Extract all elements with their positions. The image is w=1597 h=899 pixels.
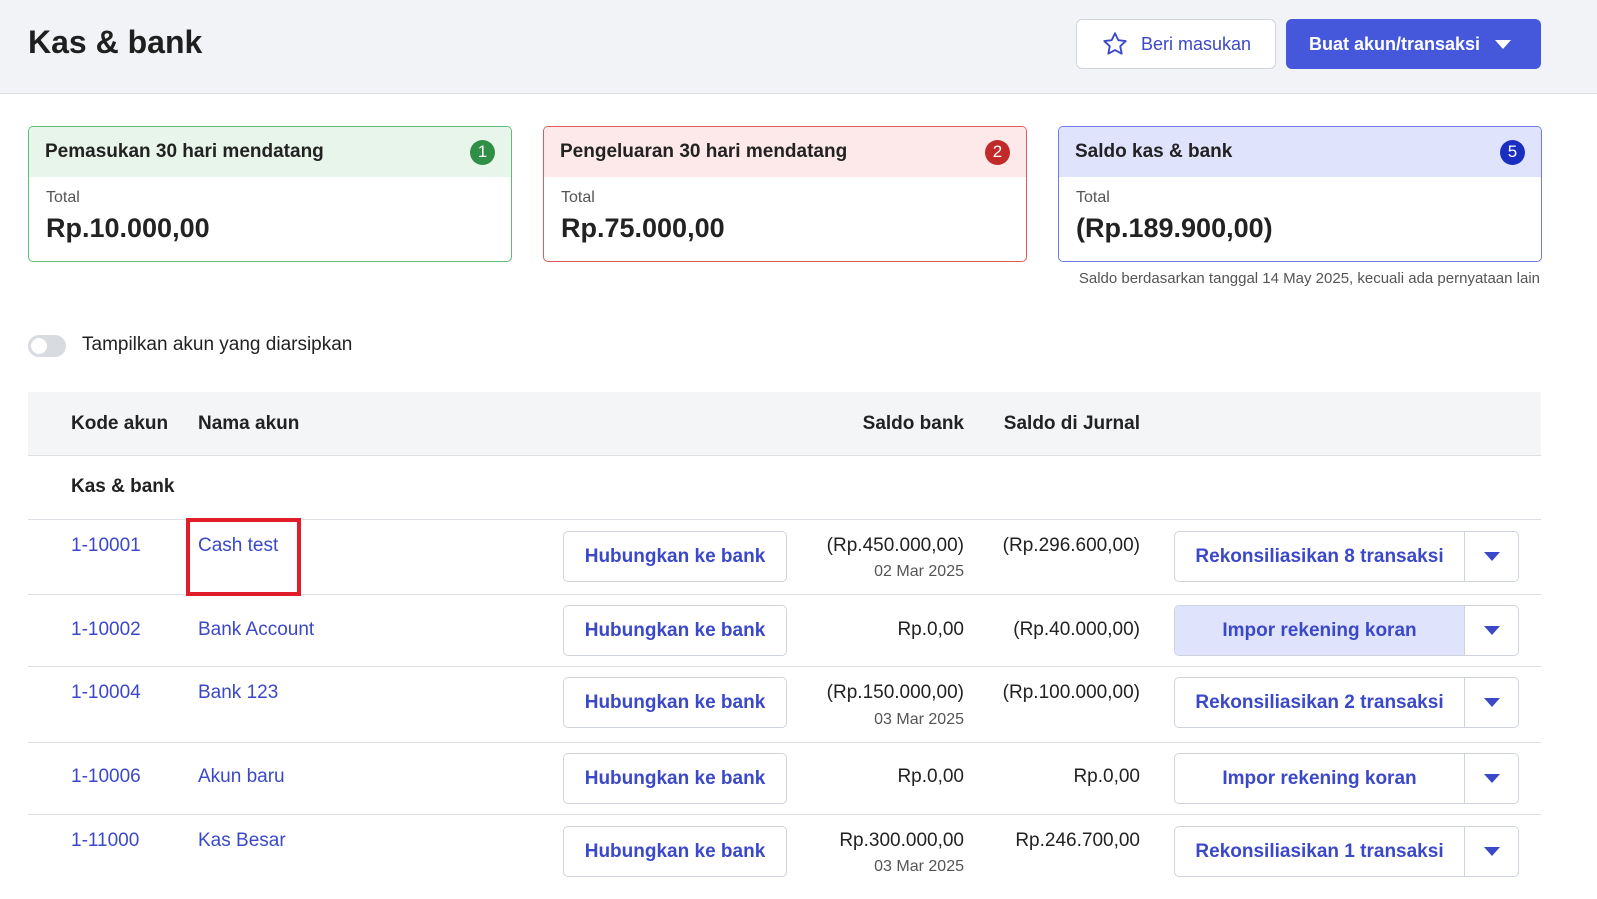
bank-balance: Rp.300.000,00 <box>839 830 964 851</box>
header-account-code: Kode akun <box>71 413 169 434</box>
card-total-value: Rp.75.000,00 <box>561 213 725 243</box>
account-code-link[interactable]: 1-10001 <box>71 535 141 557</box>
journal-balance: Rp.246.700,00 <box>1015 830 1140 851</box>
caret-down-icon <box>1495 40 1511 49</box>
connect-bank-button[interactable]: Hubungkan ke bank <box>563 531 787 582</box>
caret-down-icon <box>1483 774 1500 783</box>
incoming-30-days-card: Pemasukan 30 hari mendatang 1 Total Rp.1… <box>28 126 512 262</box>
bank-balance: Rp.0,00 <box>897 766 964 787</box>
account-code-link[interactable]: 1-10006 <box>71 766 141 788</box>
bank-balance-date: 03 Mar 2025 <box>874 711 964 728</box>
header-journal-balance: Saldo di Jurnal <box>1003 413 1140 434</box>
create-account-transaction-button[interactable]: Buat akun/transaksi <box>1286 19 1541 69</box>
create-button-label: Buat akun/transaksi <box>1309 33 1481 54</box>
row-action-dropdown[interactable] <box>1465 678 1518 727</box>
count-badge: 2 <box>985 139 1010 165</box>
table-header: Kode akun Nama akun Saldo bank Saldo di … <box>28 392 1541 456</box>
count-badge: 5 <box>1500 139 1525 165</box>
row-action-split-button: Impor rekening koran <box>1174 605 1519 656</box>
connect-bank-button[interactable]: Hubungkan ke bank <box>563 753 787 804</box>
group-row: Kas & bank <box>28 456 1541 520</box>
bank-balance-date: 02 Mar 2025 <box>874 563 964 580</box>
account-code-link[interactable]: 1-11000 <box>71 830 139 852</box>
table-row: 1-10006 Akun baru Hubungkan ke bank Rp.0… <box>28 743 1541 815</box>
outgoing-30-days-card: Pengeluaran 30 hari mendatang 2 Total Rp… <box>543 126 1027 262</box>
page-title: Kas & bank <box>28 24 203 60</box>
show-archived-label: Tampilkan akun yang diarsipkan <box>82 334 353 355</box>
top-bar: Kas & bank Beri masukan Buat akun/transa… <box>0 0 1597 94</box>
card-title: Pengeluaran 30 hari mendatang <box>560 141 848 162</box>
header-account-name: Nama akun <box>198 413 300 434</box>
caret-down-icon <box>1483 626 1500 635</box>
table-row: 1-10001 Cash test Hubungkan ke bank (Rp.… <box>28 520 1541 595</box>
balance-date-note: Saldo berdasarkan tanggal 14 May 2025, k… <box>1078 270 1540 287</box>
row-action-split-button: Rekonsiliasikan 2 transaksi <box>1174 677 1519 728</box>
table-row: 1-10002 Bank Account Hubungkan ke bank R… <box>28 595 1541 667</box>
connect-bank-button[interactable]: Hubungkan ke bank <box>563 826 787 877</box>
star-icon <box>1103 32 1127 55</box>
reconcile-button[interactable]: Rekonsiliasikan 8 transaksi <box>1175 532 1465 581</box>
card-total-value: (Rp.189.900,00) <box>1076 213 1273 243</box>
table-row: 1-10004 Bank 123 Hubungkan ke bank (Rp.1… <box>28 667 1541 743</box>
journal-balance: (Rp.100.000,00) <box>1002 682 1140 703</box>
journal-balance: (Rp.296.600,00) <box>1002 535 1140 556</box>
header-bank-balance: Saldo bank <box>862 413 964 434</box>
row-action-split-button: Rekonsiliasikan 8 transaksi <box>1174 531 1519 582</box>
account-name-link[interactable]: Bank Account <box>198 619 314 641</box>
row-action-split-button: Rekonsiliasikan 1 transaksi <box>1174 826 1519 877</box>
bank-balance: (Rp.450.000,00) <box>826 535 964 556</box>
row-action-dropdown[interactable] <box>1465 532 1518 581</box>
show-archived-toggle[interactable] <box>28 335 66 357</box>
connect-bank-button[interactable]: Hubungkan ke bank <box>563 605 787 656</box>
count-badge: 1 <box>470 139 495 165</box>
account-code-link[interactable]: 1-10002 <box>71 619 141 641</box>
caret-down-icon <box>1483 698 1500 707</box>
group-label: Kas & bank <box>71 476 175 497</box>
account-name-link[interactable]: Kas Besar <box>198 830 286 852</box>
card-title: Saldo kas & bank <box>1075 141 1233 162</box>
card-total-label: Total <box>1076 189 1110 206</box>
bank-balance: Rp.0,00 <box>897 619 964 640</box>
account-name-link[interactable]: Bank 123 <box>198 682 278 704</box>
account-name-link[interactable]: Cash test <box>198 535 278 557</box>
card-total-label: Total <box>46 189 80 206</box>
card-title: Pemasukan 30 hari mendatang <box>45 141 324 162</box>
table-row: 1-11000 Kas Besar Hubungkan ke bank Rp.3… <box>28 815 1541 899</box>
import-statement-button[interactable]: Impor rekening koran <box>1175 606 1465 655</box>
cash-bank-balance-card: Saldo kas & bank 5 Total (Rp.189.900,00) <box>1058 126 1542 262</box>
reconcile-button[interactable]: Rekonsiliasikan 1 transaksi <box>1175 827 1465 876</box>
account-name-link[interactable]: Akun baru <box>198 766 285 788</box>
toggle-knob <box>31 338 47 354</box>
caret-down-icon <box>1483 847 1500 856</box>
import-statement-button[interactable]: Impor rekening koran <box>1175 754 1465 803</box>
feedback-button[interactable]: Beri masukan <box>1076 19 1276 69</box>
card-total-value: Rp.10.000,00 <box>46 213 210 243</box>
card-total-label: Total <box>561 189 595 206</box>
reconcile-button[interactable]: Rekonsiliasikan 2 transaksi <box>1175 678 1465 727</box>
account-code-link[interactable]: 1-10004 <box>71 682 141 704</box>
feedback-button-label: Beri masukan <box>1140 33 1252 54</box>
journal-balance: Rp.0,00 <box>1073 766 1140 787</box>
row-action-dropdown[interactable] <box>1465 606 1518 655</box>
connect-bank-button[interactable]: Hubungkan ke bank <box>563 677 787 728</box>
row-action-dropdown[interactable] <box>1465 827 1518 876</box>
bank-balance-date: 03 Mar 2025 <box>874 858 964 875</box>
journal-balance: (Rp.40.000,00) <box>1013 619 1140 640</box>
bank-balance: (Rp.150.000,00) <box>826 682 964 703</box>
row-action-dropdown[interactable] <box>1465 754 1518 803</box>
row-action-split-button: Impor rekening koran <box>1174 753 1519 804</box>
caret-down-icon <box>1483 552 1500 561</box>
